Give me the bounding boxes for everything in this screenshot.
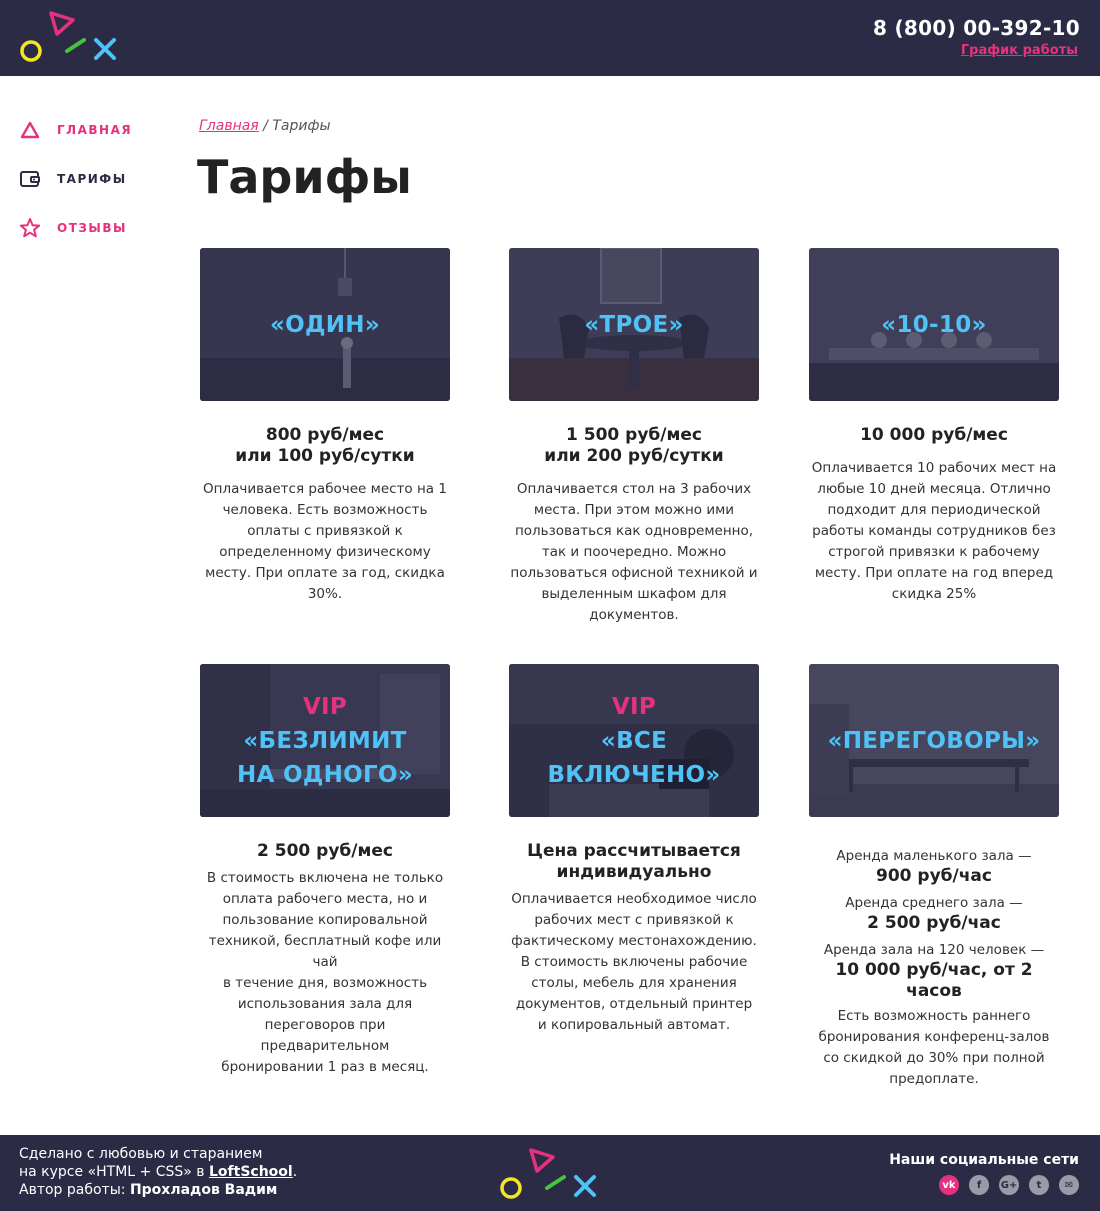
google-plus-icon[interactable]: G+ <box>999 1175 1019 1195</box>
author-name: Прохладов Вадим <box>129 1182 278 1198</box>
tariff-description: Оплачивается рабочее место на 1 человека… <box>203 481 447 602</box>
triangle-icon <box>18 118 42 142</box>
tariff-name: «10-10» <box>881 311 987 338</box>
facebook-icon[interactable]: f <box>969 1175 989 1195</box>
hall-label: Аренда среднего зала — <box>845 895 1023 911</box>
sidebar-item-home[interactable]: ГЛАВНАЯ <box>18 118 178 142</box>
page-title: Тарифы <box>197 150 412 204</box>
sidebar-item-label: ТАРИФЫ <box>57 172 127 186</box>
hall-prices: Аренда маленького зала — 900 руб/час Аре… <box>809 846 1059 1002</box>
vk-icon[interactable]: vk <box>939 1175 959 1195</box>
tariff-image[interactable]: «ТРОЕ» <box>509 248 759 401</box>
tariff-image[interactable]: «ОДИН» <box>200 248 450 401</box>
tariff-card-10-10: «10-10» 10 000 руб/мес Оплачивается 10 р… <box>809 248 1059 605</box>
hall-label: Аренда зала на 120 человек — <box>823 942 1045 958</box>
tariff-image[interactable]: «ПЕРЕГОВОРЫ» <box>809 664 1059 817</box>
tariff-card-vse-vklyucheno: VIP «ВСЕ ВКЛЮЧЕНО» Цена рассчитывается и… <box>509 664 759 1036</box>
tariff-card-peregovory: «ПЕРЕГОВОРЫ» Аренда маленького зала — 90… <box>809 664 1059 1090</box>
hall-label: Аренда маленького зала — <box>836 848 1032 864</box>
footer-line: на курсе «HTML + CSS» в <box>19 1164 209 1180</box>
breadcrumb-home-link[interactable]: Главная <box>199 118 259 134</box>
footer-line: Автор работы: <box>19 1182 130 1198</box>
tariff-name: «ПЕРЕГОВОРЫ» <box>827 727 1041 754</box>
sidebar-item-tariffs[interactable]: ТАРИФЫ <box>18 167 178 191</box>
footer: Сделано с любовью и старанием на курсе «… <box>0 1135 1100 1211</box>
tariff-name: «БЕЗЛИМИТ НА ОДНОГО» <box>237 727 413 788</box>
breadcrumb: Главная / Тарифы <box>199 118 331 134</box>
sidebar-nav: ГЛАВНАЯ ТАРИФЫ ОТЗЫВЫ <box>18 118 178 265</box>
tariff-card-bezlimit: VIP «БЕЗЛИМИТ НА ОДНОГО» 2 500 руб/мес В… <box>200 664 450 1078</box>
vip-label: VIP <box>611 693 657 720</box>
mail-icon[interactable]: ✉ <box>1059 1175 1079 1195</box>
hall-price: 900 руб/час <box>876 866 992 886</box>
phone-number[interactable]: 8 (800) 00-392-10 <box>873 16 1080 40</box>
footer-line: Сделано с любовью и старанием <box>19 1146 263 1162</box>
tariff-name: «ОДИН» <box>269 311 381 338</box>
tariff-name: «ВСЕ ВКЛЮЧЕНО» <box>547 727 721 788</box>
tariff-description: Есть возможность раннего бронирования ко… <box>818 1008 1050 1087</box>
tariff-price: 2 500 руб/мес <box>257 841 393 861</box>
footer-credits: Сделано с любовью и старанием на курсе «… <box>19 1146 298 1198</box>
schedule-link[interactable]: График работы <box>961 43 1078 58</box>
loftschool-link[interactable]: LoftSchool <box>209 1164 293 1180</box>
sidebar-item-reviews[interactable]: ОТЗЫВЫ <box>18 216 178 240</box>
social-links: vk f G+ t ✉ <box>939 1175 1079 1195</box>
tariff-description: Оплачивается необходимое число рабочих м… <box>511 891 757 1033</box>
sidebar-item-label: ГЛАВНАЯ <box>57 123 133 137</box>
twitter-icon[interactable]: t <box>1029 1175 1049 1195</box>
tariff-price: 1 500 руб/мес или 200 руб/сутки <box>544 425 724 466</box>
header: 8 (800) 00-392-10 График работы <box>0 0 1100 76</box>
tariff-name: «ТРОЕ» <box>584 311 684 338</box>
tariff-image[interactable]: VIP «БЕЗЛИМИТ НА ОДНОГО» <box>200 664 450 817</box>
tariff-description: Оплачивается стол на 3 рабочих места. Пр… <box>510 481 758 623</box>
breadcrumb-current: Тарифы <box>272 118 331 134</box>
vip-label: VIP <box>302 693 348 720</box>
wallet-icon <box>18 167 42 191</box>
tariff-image[interactable]: VIP «ВСЕ ВКЛЮЧЕНО» <box>509 664 759 817</box>
star-icon <box>18 216 42 240</box>
tariff-description: В стоимость включена не только оплата ра… <box>206 870 444 1075</box>
hall-price: 2 500 руб/час <box>867 913 1001 933</box>
tariff-price: 800 руб/мес или 100 руб/сутки <box>235 425 415 466</box>
breadcrumb-separator: / <box>258 118 273 134</box>
tariff-card-odin: «ОДИН» 800 руб/мес или 100 руб/сутки Опл… <box>200 248 450 605</box>
tariff-card-troe: «ТРОЕ» 1 500 руб/мес или 200 руб/сутки О… <box>509 248 759 626</box>
social-title: Наши социальные сети <box>889 1152 1079 1168</box>
footer-logo[interactable] <box>498 1147 602 1203</box>
sidebar-item-label: ОТЗЫВЫ <box>57 221 127 235</box>
logo[interactable] <box>18 10 122 66</box>
tariff-price: Цена рассчитывается индивидуально <box>527 841 741 882</box>
hall-price: 10 000 руб/час, от 2 часов <box>835 960 1033 1001</box>
tariff-image[interactable]: «10-10» <box>809 248 1059 401</box>
tariff-description: Оплачивается 10 рабочих мест на любые 10… <box>811 460 1057 602</box>
tariff-price: 10 000 руб/мес <box>860 425 1008 445</box>
